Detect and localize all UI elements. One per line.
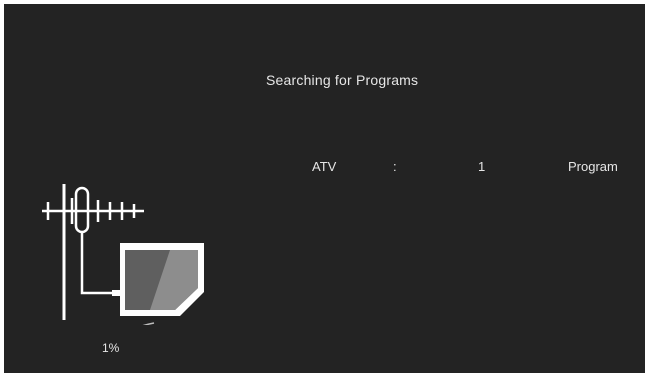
search-progress-label: 1% — [102, 341, 120, 355]
result-separator: : — [393, 159, 397, 174]
search-title: Searching for Programs — [266, 72, 419, 88]
result-count: 1 — [478, 159, 486, 174]
result-unit: Program — [568, 159, 618, 174]
channel-search-screen: Searching for Programs ATV : 1 Program 1… — [4, 4, 645, 373]
antenna-tv-icon — [42, 184, 204, 325]
result-type: ATV — [312, 159, 337, 174]
result-row-atv: ATV : 1 Program — [4, 159, 645, 177]
